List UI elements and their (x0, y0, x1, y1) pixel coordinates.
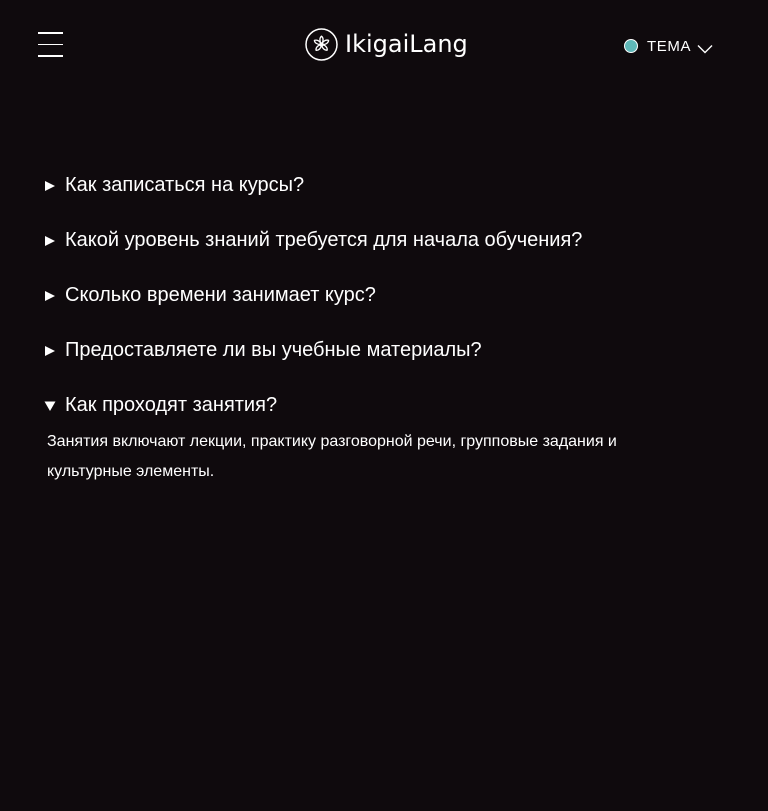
site-header: IkigaiLang ТЕМА (0, 0, 768, 90)
faq-question-text: Как записаться на курсы? (65, 173, 305, 196)
theme-color-dot (624, 39, 638, 53)
hamburger-menu-icon[interactable] (38, 32, 63, 57)
faq-item: Предоставляете ли вы учебные материалы? (44, 335, 724, 365)
faq-answer: Занятия включают лекции, практику разгов… (47, 433, 617, 480)
faq-list: Как записаться на курсы? Какой уровень з… (44, 170, 724, 487)
triangle-down-icon (44, 399, 56, 411)
faq-question[interactable]: Какой уровень знаний требуется для начал… (44, 225, 724, 255)
faq-question-text: Предоставляете ли вы учебные материалы? (65, 338, 482, 361)
faq-question[interactable]: Сколько времени занимает курс? (44, 280, 724, 310)
faq-question-text: Сколько времени занимает курс? (65, 283, 376, 306)
triangle-right-icon (44, 179, 56, 191)
logo-link[interactable]: IkigaiLang (305, 27, 468, 61)
triangle-right-icon (44, 234, 56, 246)
faq-item: Какой уровень знаний требуется для начал… (44, 225, 724, 255)
faq-item: Сколько времени занимает курс? (44, 280, 724, 310)
faq-question[interactable]: Как проходят занятия? (44, 390, 724, 420)
triangle-right-icon (44, 289, 56, 301)
hamburger-line (38, 43, 63, 45)
faq-item: Как записаться на курсы? (44, 170, 724, 200)
faq-question[interactable]: Как записаться на курсы? (44, 170, 724, 200)
theme-label: ТЕМА (647, 37, 692, 55)
chevron-down-icon (697, 41, 713, 54)
faq-question[interactable]: Предоставляете ли вы учебные материалы? (44, 335, 724, 365)
faq-question-text: Как проходят занятия? (65, 393, 278, 416)
hamburger-line (38, 32, 63, 34)
faq-item-open: Как проходят занятия? Занятия включают л… (44, 390, 724, 487)
faq-question-text: Какой уровень знаний требуется для начал… (65, 228, 583, 251)
hamburger-line (38, 55, 63, 57)
theme-select[interactable]: ТЕМА (624, 36, 713, 56)
triangle-right-icon (44, 344, 56, 356)
flower-icon (305, 27, 338, 61)
logo-text: IkigaiLang (345, 30, 468, 58)
